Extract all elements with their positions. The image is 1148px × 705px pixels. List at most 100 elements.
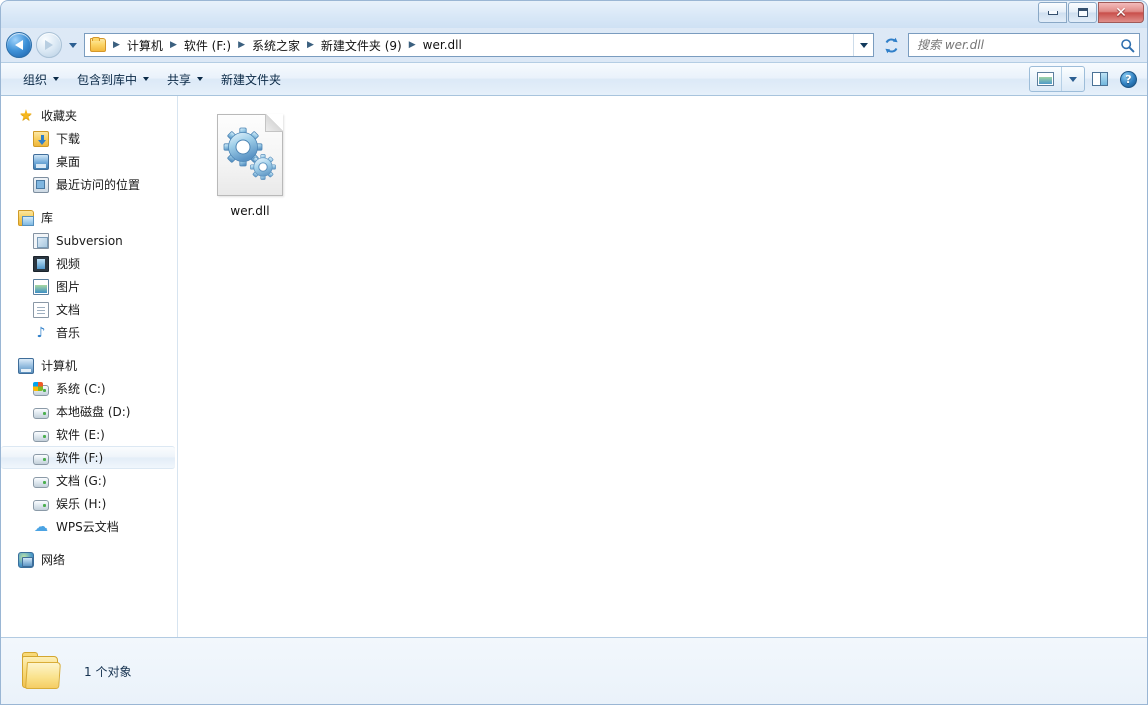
refresh-icon [884, 37, 898, 53]
sidebar-item-label: 系统 (C:) [56, 382, 106, 396]
sidebar-item-favorites[interactable]: ★ 收藏夹 [0, 104, 177, 127]
sidebar-item-network[interactable]: 网络 [0, 548, 177, 571]
folder-icon [90, 37, 106, 52]
sidebar-item-downloads[interactable]: 下载 [0, 127, 177, 150]
sidebar-item-label: 计算机 [41, 359, 78, 373]
preview-pane-icon [1092, 72, 1108, 86]
breadcrumb-separator: ▶ [238, 40, 245, 50]
breadcrumb-item-xitongzhijia[interactable]: 系统之家 [250, 34, 302, 56]
sidebar-item-pictures[interactable]: 图片 [0, 275, 177, 298]
sidebar-item-music[interactable]: ♪ 音乐 [0, 321, 177, 344]
address-dropdown-button[interactable] [853, 34, 873, 56]
nav-group-network: 网络 [0, 548, 177, 571]
sidebar-item-label: Subversion [56, 233, 123, 248]
drive-icon [33, 476, 49, 488]
address-bar[interactable]: ▶ 计算机 ▶ 软件 (F:) ▶ 系统之家 ▶ 新建文件夹 (9) ▶ wer… [84, 33, 874, 57]
preview-pane-button[interactable] [1087, 66, 1113, 92]
sidebar-item-label: 最近访问的位置 [56, 178, 141, 192]
sidebar-item-drive-g[interactable]: 文档 (G:) [0, 469, 177, 492]
history-dropdown-button[interactable] [66, 32, 80, 58]
sidebar-item-recent-places[interactable]: 最近访问的位置 [0, 173, 177, 196]
drive-icon [33, 430, 49, 442]
sidebar-item-drive-d[interactable]: 本地磁盘 (D:) [0, 400, 177, 423]
sidebar-item-label: 音乐 [56, 326, 81, 340]
sidebar-item-label: 软件 (F:) [56, 451, 104, 465]
forward-button[interactable] [36, 32, 62, 58]
title-bar: ✕ [0, 0, 1148, 28]
computer-icon [18, 357, 34, 374]
breadcrumb-item-drive-f[interactable]: 软件 (F:) [182, 34, 233, 56]
recent-places-icon [33, 176, 49, 193]
drive-icon [33, 453, 49, 465]
folder-icon [18, 651, 62, 692]
maximize-icon [1077, 8, 1088, 17]
view-dropdown-button[interactable] [1062, 67, 1084, 91]
minimize-icon [1047, 10, 1058, 15]
system-drive-icon [33, 381, 49, 396]
close-button[interactable]: ✕ [1098, 2, 1144, 23]
minimize-button[interactable] [1038, 2, 1067, 23]
toolbar-item-label: 新建文件夹 [221, 72, 282, 87]
sidebar-item-wps-cloud[interactable]: ☁ WPS云文档 [0, 515, 177, 538]
sidebar-item-subversion[interactable]: Subversion [0, 229, 177, 252]
breadcrumb: ▶ 计算机 ▶ 软件 (F:) ▶ 系统之家 ▶ 新建文件夹 (9) ▶ wer… [88, 34, 853, 56]
toolbar-item-organize[interactable]: 组织 [14, 67, 68, 91]
search-input[interactable] [917, 38, 1120, 52]
nav-group-libraries: 库 Subversion 视频 图片 文档 ♪ 音乐 [0, 206, 177, 344]
command-toolbar: 组织 包含到库中 共享 新建文件夹 ? [0, 62, 1148, 96]
folder-front [25, 661, 61, 689]
view-options-group [1029, 66, 1085, 92]
sidebar-item-label: 视频 [56, 257, 81, 271]
sidebar-item-computer[interactable]: 计算机 [0, 354, 177, 377]
breadcrumb-separator: ▶ [307, 40, 314, 50]
sidebar-item-drive-e[interactable]: 软件 (E:) [0, 423, 177, 446]
maximize-button[interactable] [1068, 2, 1097, 23]
sidebar-item-label: 收藏夹 [41, 109, 78, 123]
sidebar-item-label: 库 [41, 211, 54, 225]
sidebar-item-label: WPS云文档 [56, 520, 119, 534]
details-pane: 1 个对象 [0, 637, 1148, 705]
refresh-button[interactable] [878, 33, 904, 57]
breadcrumb-item-computer[interactable]: 计算机 [125, 34, 165, 56]
library-icon [18, 209, 34, 226]
address-bar-row: ▶ 计算机 ▶ 软件 (F:) ▶ 系统之家 ▶ 新建文件夹 (9) ▶ wer… [0, 28, 1148, 62]
toolbar-item-label: 共享 [167, 72, 192, 87]
back-button[interactable] [6, 32, 32, 58]
sidebar-item-desktop[interactable]: 桌面 [0, 150, 177, 173]
breadcrumb-item-wer-dll[interactable]: wer.dll [421, 34, 464, 56]
help-icon: ? [1120, 70, 1137, 88]
item-count-label: 1 个对象 [84, 665, 132, 679]
drive-icon [33, 499, 49, 511]
sidebar-item-drive-h[interactable]: 娱乐 (H:) [0, 492, 177, 515]
toolbar-item-include-in-library[interactable]: 包含到库中 [68, 67, 158, 91]
navigation-pane[interactable]: ★ 收藏夹 下载 桌面 最近访问的位置 库 Subversion 视频 图片 文… [0, 96, 178, 637]
sidebar-item-documents[interactable]: 文档 [0, 298, 177, 321]
sidebar-item-label: 文档 [56, 303, 81, 317]
nav-group-computer: 计算机 系统 (C:) 本地磁盘 (D:) 软件 (E:) 软件 (F:) 文档… [0, 354, 177, 538]
forward-arrow-icon [45, 40, 53, 50]
chevron-down-icon [859, 42, 868, 48]
search-box[interactable] [908, 33, 1140, 57]
chevron-down-icon [69, 42, 77, 48]
toolbar-item-share[interactable]: 共享 [158, 67, 212, 91]
toolbar-item-new-folder[interactable]: 新建文件夹 [212, 67, 290, 91]
file-item-wer-dll[interactable]: wer.dll [200, 114, 300, 219]
help-button[interactable]: ? [1115, 66, 1142, 92]
breadcrumb-item-new-folder[interactable]: 新建文件夹 (9) [319, 34, 404, 56]
search-icon[interactable] [1120, 38, 1135, 53]
sidebar-item-videos[interactable]: 视频 [0, 252, 177, 275]
sidebar-item-label: 软件 (E:) [56, 428, 105, 442]
music-icon: ♪ [36, 324, 46, 341]
explorer-window: ✕ ▶ 计算机 ▶ 软件 (F:) ▶ 系统之家 ▶ 新建文件夹 (9) ▶ w… [0, 0, 1148, 705]
sidebar-item-label: 图片 [56, 280, 81, 294]
close-icon: ✕ [1115, 4, 1127, 21]
sidebar-item-drive-c[interactable]: 系统 (C:) [0, 377, 177, 400]
sidebar-item-label: 本地磁盘 (D:) [56, 405, 131, 419]
toolbar-right-group: ? [1029, 66, 1142, 92]
file-list-view[interactable]: wer.dll [178, 96, 1148, 637]
chevron-down-icon [143, 77, 150, 81]
change-view-button[interactable] [1030, 67, 1061, 91]
sidebar-item-libraries[interactable]: 库 [0, 206, 177, 229]
sidebar-item-drive-f[interactable]: 软件 (F:) [1, 446, 175, 469]
videos-icon [33, 255, 49, 272]
